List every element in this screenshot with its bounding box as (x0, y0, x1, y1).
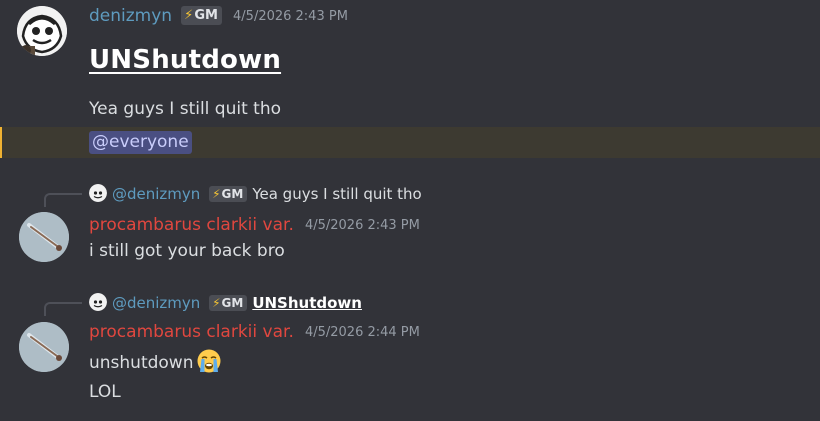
reply-author[interactable]: @denizmyn (112, 294, 200, 312)
message-text: i still got your back bro (89, 241, 285, 261)
timestamp[interactable]: 4/5/2026 2:43 PM (305, 218, 420, 233)
lightning-icon: ⚡ (212, 187, 221, 201)
cartoon-face-avatar-icon (89, 184, 107, 202)
everyone-mention[interactable]: @everyone (89, 131, 192, 154)
timestamp[interactable]: 4/5/2026 2:43 PM (233, 9, 348, 24)
reply-link-text: UNShutdown (252, 294, 362, 312)
reply-preview[interactable]: @denizmyn ⚡GM UNShutdown (89, 293, 362, 312)
message-text: LOL (89, 382, 121, 402)
mention-highlight-row: @everyone (0, 127, 820, 158)
message-header: procambarus clarkii var. 4/5/2026 2:43 P… (89, 215, 420, 235)
lobster-avatar-icon (19, 212, 69, 262)
reply-text: Yea guys I still quit tho (252, 185, 422, 203)
lightning-icon: ⚡ (184, 8, 194, 23)
message-reply-2: @denizmyn ⚡GM UNShutdown procambarus clar… (0, 289, 820, 421)
message-text-content: unshutdown (89, 353, 194, 373)
reply-spine (44, 193, 82, 207)
reply-avatar (89, 293, 107, 311)
message-text: unshutdown (89, 348, 222, 374)
lightning-icon: ⚡ (212, 296, 221, 310)
loudly-crying-face-icon (197, 349, 220, 373)
message-header: denizmyn ⚡GM 4/5/2026 2:43 PM (89, 6, 348, 26)
reply-spine (44, 302, 82, 316)
message-header: procambarus clarkii var. 4/5/2026 2:44 P… (89, 322, 420, 342)
reply-preview[interactable]: @denizmyn ⚡GM Yea guys I still quit tho (89, 184, 422, 203)
badge-label: GM (194, 8, 218, 23)
author-name[interactable]: denizmyn (89, 6, 172, 26)
avatar[interactable] (19, 322, 69, 372)
guild-tag-badge[interactable]: ⚡GM (209, 295, 248, 311)
cartoon-face-avatar-icon (89, 293, 107, 311)
author-name[interactable]: procambarus clarkii var. (89, 215, 294, 235)
message-text: Yea guys I still quit tho (89, 99, 282, 119)
cartoon-face-avatar-icon (17, 6, 67, 56)
badge-label: GM (221, 187, 244, 201)
guild-tag-badge[interactable]: ⚡GM (181, 6, 222, 25)
message-reply-1: @denizmyn ⚡GM Yea guys I still quit tho p… (0, 180, 820, 270)
avatar[interactable] (19, 212, 69, 262)
author-name[interactable]: procambarus clarkii var. (89, 322, 294, 342)
timestamp[interactable]: 4/5/2026 2:44 PM (305, 325, 420, 340)
message-heading: UNShutdown (89, 45, 282, 75)
lobster-avatar-icon (19, 322, 69, 372)
badge-label: GM (221, 296, 244, 310)
reply-author[interactable]: @denizmyn (112, 185, 200, 203)
avatar[interactable] (17, 6, 67, 56)
reply-avatar (89, 184, 107, 202)
guild-tag-badge[interactable]: ⚡GM (209, 186, 248, 202)
